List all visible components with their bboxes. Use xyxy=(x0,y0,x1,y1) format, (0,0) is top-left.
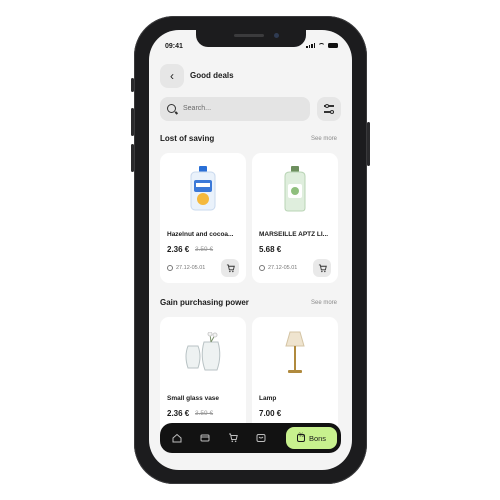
product-name: Lamp xyxy=(259,395,277,402)
coupon-icon xyxy=(296,433,305,442)
product-old-price: 3.59 € xyxy=(195,246,214,253)
product-price: 2.36 € xyxy=(167,245,190,254)
power-button xyxy=(367,122,370,166)
lamp-image xyxy=(252,317,338,389)
product-card[interactable]: Hazelnut and cocoa... 2.36 € 3.59 € 27.1… xyxy=(160,153,246,283)
offer-date: 27.12-05.01 xyxy=(268,265,298,271)
home-icon xyxy=(172,433,182,443)
signal-icon xyxy=(306,43,315,48)
see-more-link[interactable]: See more xyxy=(311,136,337,142)
search-icon xyxy=(167,104,176,113)
volume-up-button xyxy=(131,108,134,136)
back-button[interactable]: ‹ xyxy=(160,64,184,88)
app-screen: 09:41 ‹ Good deals Search... Lost of sav… xyxy=(149,30,352,470)
volume-down-button xyxy=(131,144,134,172)
product-card[interactable]: MARSEILLE APTZ LI... 5.68 € 27.12-05.01 xyxy=(252,153,338,283)
cart-icon xyxy=(318,263,327,272)
product-price: 5.68 € xyxy=(259,245,282,254)
vase-image xyxy=(160,317,246,389)
status-icons xyxy=(306,43,338,48)
product-old-price: 3.59 € xyxy=(195,410,214,417)
nav-bons-label: Bons xyxy=(308,433,327,443)
bottom-nav: Bons xyxy=(160,423,341,453)
nav-store[interactable] xyxy=(254,431,268,445)
card-icon xyxy=(200,434,210,442)
mute-switch xyxy=(131,78,134,92)
search-input[interactable]: Search... xyxy=(160,97,310,121)
page-title: Good deals xyxy=(190,71,234,80)
nav-cart[interactable] xyxy=(226,431,240,445)
status-time: 09:41 xyxy=(165,43,183,50)
add-to-cart-button[interactable] xyxy=(313,259,331,277)
wifi-icon xyxy=(318,43,325,48)
offer-date: 27.12-05.01 xyxy=(176,265,206,271)
nav-card[interactable] xyxy=(198,431,212,445)
chevron-left-icon: ‹ xyxy=(170,69,174,83)
nav-home[interactable] xyxy=(170,431,184,445)
clock-icon xyxy=(259,265,265,271)
section-title: Lost of saving xyxy=(160,134,215,143)
battery-icon xyxy=(328,43,338,48)
offer-period: 27.12-05.01 xyxy=(167,265,205,271)
nav-bons-button[interactable]: Bons xyxy=(286,427,337,449)
cart-icon xyxy=(226,263,235,272)
section-title: Gain purchasing power xyxy=(160,298,249,307)
see-more-link[interactable]: See more xyxy=(311,300,337,306)
detergent-image xyxy=(160,153,246,225)
add-to-cart-button[interactable] xyxy=(221,259,239,277)
filter-button[interactable] xyxy=(317,97,341,121)
product-name: MARSEILLE APTZ LI... xyxy=(259,231,329,238)
search-placeholder: Search... xyxy=(183,105,212,112)
soap-bottle-image xyxy=(252,153,338,225)
product-name: Hazelnut and cocoa... xyxy=(167,231,234,238)
product-name: Small glass vase xyxy=(167,395,220,402)
store-icon xyxy=(256,434,266,442)
product-price: 2.36 € xyxy=(167,409,190,418)
notch xyxy=(196,30,306,47)
offer-period: 27.12-05.01 xyxy=(259,265,297,271)
clock-icon xyxy=(167,265,173,271)
product-price: 7.00 € xyxy=(259,409,282,418)
cart-icon xyxy=(229,433,238,443)
